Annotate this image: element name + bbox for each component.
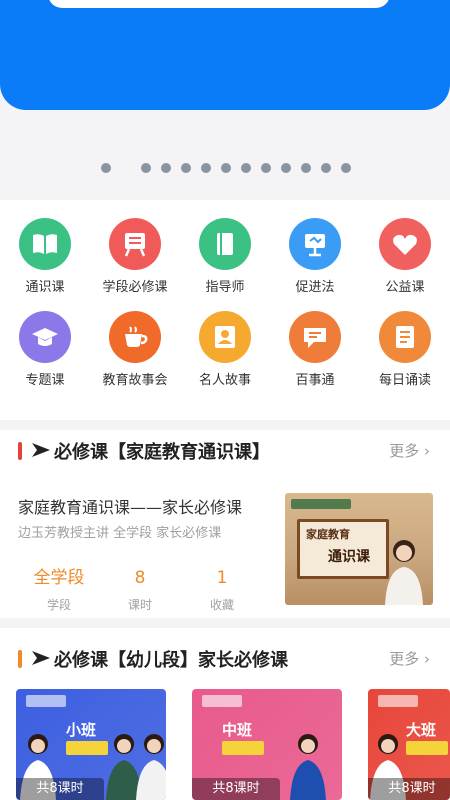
section-title: 必修课【幼儿段】家长必修课 bbox=[54, 650, 288, 671]
chat-bubble-icon bbox=[289, 311, 341, 363]
card-badge bbox=[66, 741, 108, 755]
grid-item-label: 学段必修课 bbox=[102, 280, 168, 295]
more-label: 更多 bbox=[389, 442, 420, 460]
carousel-dot[interactable] bbox=[341, 163, 351, 173]
brand-logo bbox=[378, 695, 418, 707]
lesson-count-tag: 共8课时 bbox=[16, 778, 104, 800]
course-card-large-class[interactable]: 大班 共8课时 bbox=[368, 689, 450, 800]
stat-label: 收藏 bbox=[209, 598, 234, 612]
grid-item-heart[interactable]: 公益课 bbox=[360, 218, 450, 308]
grid-item-portrait-book[interactable]: 名人故事 bbox=[180, 311, 270, 401]
hero-banner[interactable] bbox=[0, 0, 450, 110]
heart-icon bbox=[379, 218, 431, 270]
carousel-dot[interactable] bbox=[321, 163, 331, 173]
grid-item-label: 公益课 bbox=[385, 280, 425, 295]
grid-item-graduation-cap[interactable]: 专题课 bbox=[0, 311, 90, 401]
carousel-dot[interactable] bbox=[101, 163, 111, 173]
course-card-middle-class[interactable]: 中班 共8课时 bbox=[192, 689, 342, 800]
course-card-small-class[interactable]: 小班 共8课时 bbox=[16, 689, 166, 800]
arrow-right-icon bbox=[32, 651, 50, 665]
carousel-dot[interactable] bbox=[221, 163, 231, 173]
lecturer-portrait-icon bbox=[385, 540, 423, 605]
thumbnail-title: 家庭教育 bbox=[306, 528, 350, 541]
section-header: 必修课【家庭教育通识课】 更多 › bbox=[0, 430, 450, 470]
brand-logo bbox=[202, 695, 242, 707]
card-badge bbox=[222, 741, 264, 755]
grid-item-label: 教育故事会 bbox=[102, 373, 168, 388]
grid-item-label: 专题课 bbox=[25, 373, 65, 388]
grid-item-label: 百事通 bbox=[295, 373, 335, 388]
thumbnail-subtitle: 通识课 bbox=[328, 549, 370, 565]
grid-item-label: 名人故事 bbox=[198, 373, 251, 388]
brand-logo bbox=[26, 695, 66, 707]
carousel-dot[interactable] bbox=[141, 163, 151, 173]
grid-item-book[interactable]: 通识课 bbox=[0, 218, 90, 308]
card-badge bbox=[406, 741, 448, 755]
grid-item-label: 每日诵读 bbox=[378, 373, 431, 388]
stat-value: 1 bbox=[216, 568, 228, 588]
lecturer-portrait-icon bbox=[290, 734, 326, 800]
card-title: 中班 bbox=[222, 721, 253, 739]
lesson-count-tag: 共8课时 bbox=[368, 778, 450, 800]
portrait-book-icon bbox=[199, 311, 251, 363]
grid-item-label: 通识课 bbox=[25, 280, 65, 295]
document-icon bbox=[379, 311, 431, 363]
course-title[interactable]: 家庭教育通识课——家长必修课 bbox=[18, 494, 242, 518]
grid-item-chat-bubble[interactable]: 百事通 bbox=[270, 311, 360, 401]
notebook-icon bbox=[199, 218, 251, 270]
teacher-portrait-icon bbox=[136, 734, 166, 800]
brand-logo bbox=[291, 499, 351, 509]
grid-item-lectern[interactable]: 学段必修课 bbox=[90, 218, 180, 308]
coffee-cup-icon bbox=[109, 311, 161, 363]
grid-item-label: 促进法 bbox=[295, 280, 335, 295]
lesson-count-tag: 共8课时 bbox=[192, 778, 280, 800]
chevron-right-icon: › bbox=[424, 650, 430, 668]
section-accent-bar bbox=[18, 650, 22, 668]
grid-item-label: 指导师 bbox=[205, 280, 245, 295]
more-link[interactable]: 更多 › bbox=[389, 648, 430, 669]
carousel-dot[interactable] bbox=[301, 163, 311, 173]
more-link[interactable]: 更多 › bbox=[389, 440, 430, 461]
carousel-dot[interactable] bbox=[201, 163, 211, 173]
section-accent-bar bbox=[18, 442, 22, 460]
carousel-dot[interactable] bbox=[181, 163, 191, 173]
card-title: 小班 bbox=[66, 721, 97, 739]
banner-search-pill[interactable] bbox=[48, 0, 390, 8]
chevron-right-icon: › bbox=[424, 442, 430, 460]
section-title: 必修课【家庭教育通识课】 bbox=[54, 442, 270, 463]
carousel-dot[interactable] bbox=[241, 163, 251, 173]
chalkboard: 家庭教育 通识课 bbox=[297, 519, 389, 579]
graduation-cap-icon bbox=[19, 311, 71, 363]
carousel-dot[interactable] bbox=[161, 163, 171, 173]
grid-item-coffee-cup[interactable]: 教育故事会 bbox=[90, 311, 180, 401]
arrow-right-icon bbox=[32, 443, 50, 457]
carousel-indicator bbox=[0, 163, 450, 175]
easel-icon bbox=[289, 218, 341, 270]
more-label: 更多 bbox=[389, 650, 420, 668]
carousel-dot[interactable] bbox=[261, 163, 271, 173]
card-title: 大班 bbox=[406, 721, 437, 739]
grid-item-document[interactable]: 每日诵读 bbox=[360, 311, 450, 401]
grid-item-notebook[interactable]: 指导师 bbox=[180, 218, 270, 308]
course-subtitle: 边玉芳教授主讲 全学段 家长必修课 bbox=[18, 526, 222, 541]
course-thumbnail[interactable]: 家庭教育 通识课 bbox=[285, 493, 433, 605]
stat-favorites: 1 收藏 bbox=[172, 568, 272, 613]
grid-item-easel[interactable]: 促进法 bbox=[270, 218, 360, 308]
book-icon bbox=[19, 218, 71, 270]
section-header: 必修课【幼儿段】家长必修课 更多 › bbox=[0, 638, 450, 678]
lectern-icon bbox=[109, 218, 161, 270]
required-course-section: 必修课【家庭教育通识课】 更多 › 家庭教育通识课——家长必修课 边玉芳教授主讲… bbox=[0, 430, 450, 618]
category-grid: 通识课 学段必修课 指导师 促进法 公益课专题课 教育故事会 名人故事 百事通 每日诵读 bbox=[0, 200, 450, 420]
carousel-dot[interactable] bbox=[281, 163, 291, 173]
